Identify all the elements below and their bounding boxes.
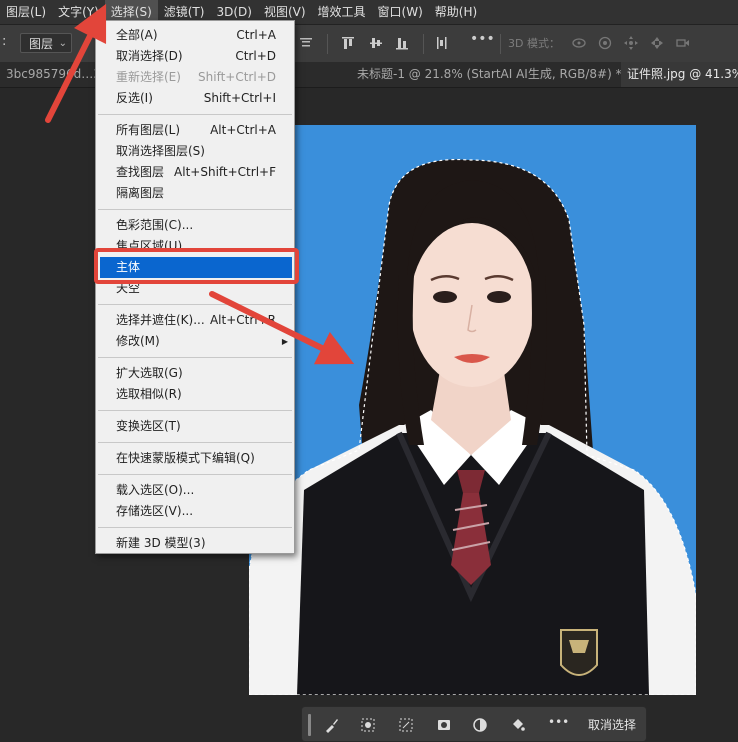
options-prefix: : <box>2 34 7 49</box>
menu-item-shortcut: Ctrl+D <box>235 49 276 63</box>
menu-item[interactable]: 查找图层 Alt+Shift+Ctrl+F <box>96 162 294 183</box>
auto-select-dropdown[interactable]: 图层 ⌄ <box>20 33 72 53</box>
menu-6[interactable]: 增效工具 <box>312 0 372 24</box>
menu-0[interactable]: 图层(L) <box>0 0 52 24</box>
tab-document-2[interactable]: 未标题-1 @ 21.8% (StartAI AI生成, RGB/8#) *× <box>351 62 640 87</box>
transform-selection-icon[interactable] <box>398 717 414 733</box>
menu-item-label: 重新选择(E) <box>116 70 181 84</box>
menu-item-label: 扩大选取(G) <box>116 366 183 380</box>
menu-item[interactable]: 在快速蒙版模式下编辑(Q) <box>96 448 294 469</box>
tab-label: 未标题-1 @ 21.8% (StartAI AI生成, RGB/8#) * <box>357 67 622 81</box>
menu-item-label: 载入选区(O)... <box>116 483 195 497</box>
menu-item-label: 隔离图层 <box>116 186 165 200</box>
auto-select-value: 图层 <box>29 37 54 51</box>
menu-item-label: 取消选择图层(S) <box>116 144 205 158</box>
menu-divider <box>98 209 292 210</box>
select-menu: 全部(A) Ctrl+A 取消选择(D) Ctrl+D 重新选择(E) Shift+Ctr… <box>95 20 295 554</box>
menu-item[interactable]: 重新选择(E) Shift+Ctrl+D <box>96 67 294 88</box>
tab-document-3[interactable]: 证件照.jpg @ 41.3% <box>621 62 738 87</box>
roll-3d-icon[interactable] <box>597 35 613 51</box>
menu-item-label: 所有图层(L) <box>116 123 181 137</box>
menu-divider <box>98 474 292 475</box>
menu-item[interactable]: 反选(I) Shift+Ctrl+I <box>96 88 294 109</box>
menu-item-label: 查找图层 <box>116 165 165 179</box>
chevron-down-icon: ⌄ <box>58 38 67 49</box>
portrait-image <box>249 125 696 695</box>
callout-highlight-box <box>94 248 299 284</box>
deselect-button[interactable]: 取消选择 <box>588 716 636 733</box>
menu-item-label: 在快速蒙版模式下编辑(Q) <box>116 451 255 465</box>
fill-icon[interactable] <box>510 717 526 733</box>
menu-item[interactable]: 全部(A) Ctrl+A <box>96 25 294 46</box>
menu-item-shortcut: Shift+Ctrl+D <box>198 70 276 84</box>
menu-item[interactable]: 选择并遮住(K)... Alt+Ctrl+R <box>96 310 294 331</box>
adjustment-icon[interactable] <box>472 717 488 733</box>
menu-item-label: 色彩范围(C)... <box>116 218 194 232</box>
menu-item-shortcut: Shift+Ctrl+I <box>203 91 276 105</box>
menu-divider <box>98 114 292 115</box>
menu-item[interactable]: 存储选区(V)... <box>96 501 294 522</box>
menu-item[interactable]: 变换选区(T) <box>96 416 294 437</box>
pan-3d-icon[interactable] <box>623 35 639 51</box>
more-options-icon[interactable]: ••• <box>470 31 495 47</box>
menu-item[interactable]: 选取相似(R) <box>96 384 294 405</box>
menu-divider <box>98 410 292 411</box>
divider <box>327 34 328 54</box>
menu-divider <box>98 442 292 443</box>
mask-icon[interactable] <box>436 717 452 733</box>
menu-item-label: 选取相似(R) <box>116 387 182 401</box>
menu-item-shortcut: Alt+Ctrl+A <box>210 123 276 137</box>
menu-item-label: 修改(M) <box>116 334 160 348</box>
align-top-icon[interactable] <box>298 35 314 51</box>
menu-item[interactable]: 取消选择(D) Ctrl+D <box>96 46 294 67</box>
menu-item[interactable]: 所有图层(L) Alt+Ctrl+A <box>96 120 294 141</box>
submenu-arrow-icon: ▶ <box>281 337 288 346</box>
align-vertical-centers-icon[interactable] <box>368 35 384 51</box>
menu-item[interactable]: 扩大选取(G) <box>96 363 294 384</box>
brush-select-icon[interactable] <box>324 717 340 733</box>
divider <box>423 34 424 54</box>
tab-label: 证件照.jpg @ 41.3% <box>627 67 738 81</box>
menu-item-shortcut: Alt+Ctrl+R <box>209 313 276 327</box>
menu-item[interactable]: 修改(M) ▶ <box>96 331 294 352</box>
slide-3d-icon[interactable] <box>649 35 665 51</box>
menu-item-label: 选择并遮住(K)... <box>116 313 205 327</box>
more-options-icon[interactable]: ••• <box>548 715 569 731</box>
menu-item-label: 存储选区(V)... <box>116 504 194 518</box>
menu-item[interactable]: 取消选择图层(S) <box>96 141 294 162</box>
select-subject-icon[interactable] <box>360 717 376 733</box>
align-bottom-edges-icon[interactable] <box>394 35 410 51</box>
distribute-icon[interactable] <box>434 35 450 51</box>
menu-item[interactable]: 隔离图层 <box>96 183 294 204</box>
scale-3d-icon[interactable] <box>675 35 691 51</box>
menu-divider <box>98 304 292 305</box>
menu-item[interactable]: 载入选区(O)... <box>96 480 294 501</box>
menu-item-shortcut: Ctrl+A <box>236 28 276 42</box>
3d-mode-label: 3D 模式： <box>508 37 560 50</box>
menu-item-label: 全部(A) <box>116 28 158 42</box>
menu-item-label: 变换选区(T) <box>116 419 181 433</box>
menu-7[interactable]: 窗口(W) <box>372 0 429 24</box>
menu-item-label: 取消选择(D) <box>116 49 183 63</box>
menu-item[interactable]: 新建 3D 模型(3) <box>96 533 294 554</box>
contextual-task-bar: ••• 取消选择 <box>301 706 647 742</box>
menu-item-label: 新建 3D 模型(3) <box>116 536 206 550</box>
menu-8[interactable]: 帮助(H) <box>429 0 483 24</box>
divider <box>500 34 501 54</box>
menu-divider <box>98 357 292 358</box>
menu-divider <box>98 527 292 528</box>
align-top-edges-icon[interactable] <box>340 35 356 51</box>
orbit-3d-icon[interactable] <box>571 35 587 51</box>
menu-item-shortcut: Alt+Shift+Ctrl+F <box>174 165 276 179</box>
menu-item[interactable]: 色彩范围(C)... <box>96 215 294 236</box>
drag-handle[interactable] <box>308 714 311 736</box>
menu-item-label: 反选(I) <box>116 91 153 105</box>
canvas-photo[interactable] <box>249 125 696 695</box>
